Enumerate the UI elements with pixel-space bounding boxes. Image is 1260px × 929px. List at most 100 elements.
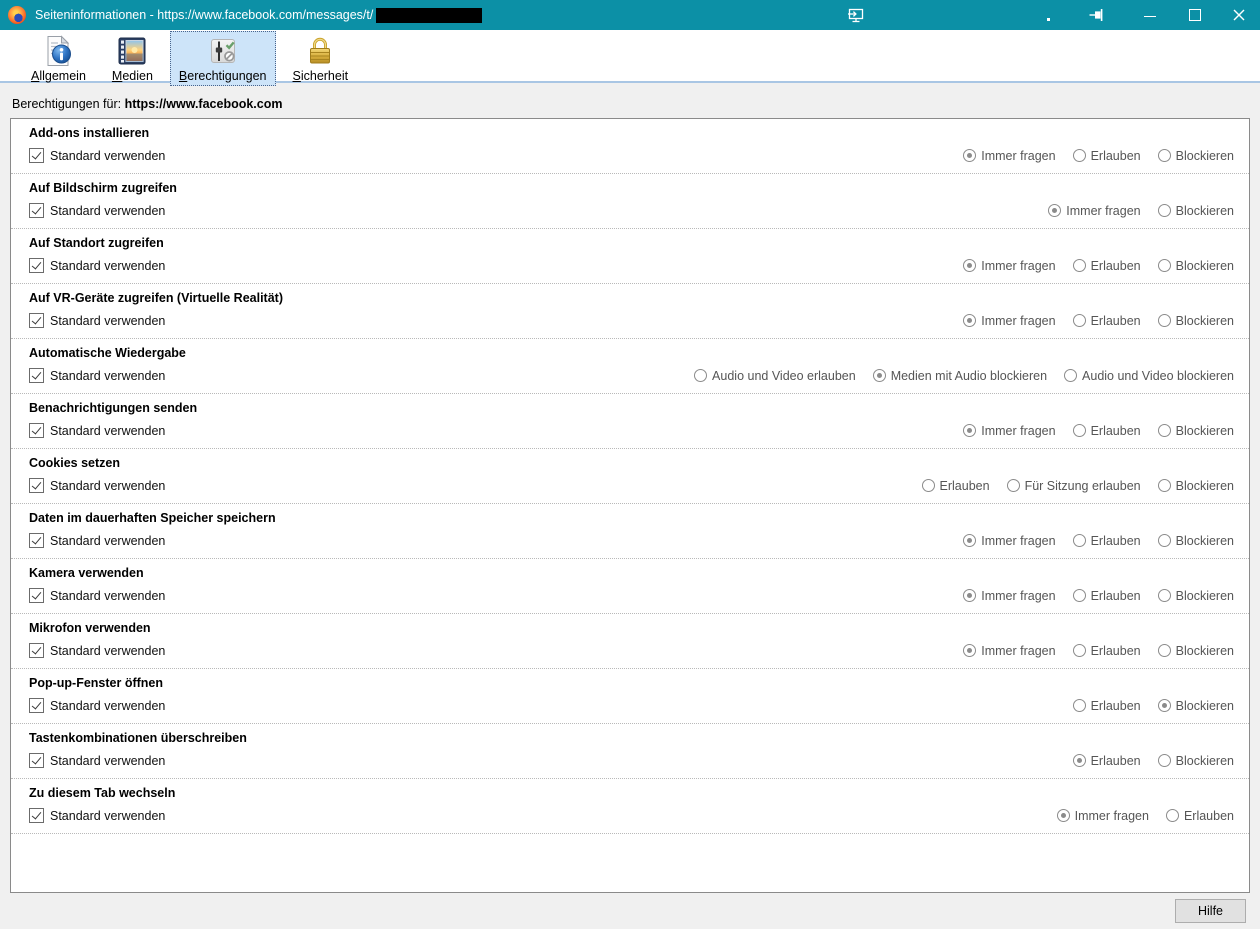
checkbox-label: Standard verwenden (50, 808, 166, 823)
radio-selected-icon (1056, 809, 1070, 822)
checkbox-label: Standard verwenden (50, 643, 166, 658)
close-icon[interactable] (1233, 9, 1245, 21)
radio-option[interactable]: Erlauben (1072, 424, 1141, 438)
radio-label: Immer fragen (1074, 808, 1149, 823)
checkbox-checked-icon (29, 753, 44, 768)
use-default-checkbox[interactable]: Standard verwenden (29, 368, 165, 383)
radio-option[interactable]: Immer fragen (963, 589, 1056, 603)
radio-option[interactable]: Immer fragen (1048, 204, 1141, 218)
tab-berechtigungen[interactable]: Berechtigungen (169, 31, 276, 86)
permission-row: Benachrichtigungen senden Standard verwe… (11, 394, 1249, 449)
media-filmstrip-icon (118, 37, 146, 65)
use-default-checkbox[interactable]: Standard verwenden (29, 423, 165, 438)
radio-option[interactable]: Blockieren (1157, 699, 1234, 713)
radio-icon (694, 369, 708, 382)
radio-icon (1072, 424, 1086, 437)
radio-icon (1064, 369, 1078, 382)
radio-icon (1072, 534, 1086, 547)
radio-option[interactable]: Erlauben (1072, 699, 1141, 713)
permission-controls: Standard verwenden Immer fragen Blockiere… (29, 203, 1234, 218)
radio-option[interactable]: Erlauben (1072, 589, 1141, 603)
radio-label: Blockieren (1175, 148, 1234, 163)
radio-option[interactable]: Erlauben (1072, 533, 1141, 548)
radio-option[interactable]: Blockieren (1157, 479, 1234, 493)
help-button[interactable]: Hilfe (1175, 899, 1246, 923)
radio-icon (1157, 314, 1171, 327)
radio-option[interactable]: Blockieren (1157, 533, 1234, 548)
permission-title: Benachrichtigungen senden (29, 401, 198, 415)
radio-selected-icon (963, 259, 977, 272)
radio-option[interactable]: Blockieren (1157, 258, 1234, 273)
radio-option[interactable]: Blockieren (1157, 148, 1234, 163)
radio-option[interactable]: Blockieren (1157, 424, 1234, 438)
use-default-checkbox[interactable]: Standard verwenden (29, 258, 165, 273)
radio-label: Erlauben (1090, 533, 1141, 548)
permission-row: Auf Bildschirm zugreifen Standard verwen… (11, 174, 1249, 229)
radio-label: Immer fragen (981, 148, 1056, 163)
radio-option[interactable]: Erlauben (1072, 149, 1141, 163)
use-default-checkbox[interactable]: Standard verwenden (29, 808, 165, 823)
radio-option[interactable]: Erlauben (921, 479, 990, 493)
radio-label: Immer fragen (981, 533, 1056, 548)
use-default-checkbox[interactable]: Standard verwenden (29, 588, 165, 603)
radio-label: Erlauben (1090, 753, 1141, 768)
radio-option[interactable]: Erlauben (1072, 314, 1141, 328)
radio-group: Erlauben Blockieren (1072, 753, 1234, 768)
permission-row: Daten im dauerhaften Speicher speichern … (11, 504, 1249, 559)
permission-controls: Standard verwenden Audio und Video erlau… (29, 368, 1234, 383)
permission-controls: Standard verwenden Erlauben Blockieren (29, 698, 1234, 713)
minimize-icon[interactable] (1144, 16, 1156, 17)
radio-option[interactable]: Erlauben (1072, 753, 1141, 768)
use-default-checkbox[interactable]: Standard verwenden (29, 478, 165, 493)
pin-icon[interactable] (1089, 8, 1105, 22)
use-default-checkbox[interactable]: Standard verwenden (29, 533, 165, 548)
radio-option[interactable]: Immer fragen (963, 533, 1056, 548)
use-default-checkbox[interactable]: Standard verwenden (29, 698, 165, 713)
redaction-box (376, 7, 483, 23)
tab-medien[interactable]: Medien (103, 31, 162, 86)
radio-option[interactable]: Immer fragen (963, 259, 1056, 273)
radio-icon (1157, 259, 1171, 272)
use-default-checkbox[interactable]: Standard verwenden (29, 313, 165, 328)
checkbox-label: Standard verwenden (50, 478, 166, 493)
radio-label: Blockieren (1175, 533, 1234, 548)
use-default-checkbox[interactable]: Standard verwenden (29, 643, 165, 658)
radio-label: Für Sitzung erlauben (1024, 478, 1141, 493)
tab-sicherheit[interactable]: Sicherheit (284, 31, 358, 86)
use-default-checkbox[interactable]: Standard verwenden (29, 203, 165, 218)
firefox-icon[interactable] (8, 6, 26, 24)
radio-option[interactable]: Medien mit Audio blockieren (872, 369, 1047, 383)
radio-option[interactable]: Audio und Video blockieren (1064, 369, 1234, 383)
radio-option[interactable]: Immer fragen (963, 424, 1056, 438)
permission-row: Cookies setzen Standard verwenden Erlaub… (11, 449, 1249, 504)
radio-icon (1157, 424, 1171, 437)
radio-option[interactable]: Blockieren (1157, 314, 1234, 328)
radio-option[interactable]: Immer fragen (963, 148, 1056, 163)
radio-option[interactable]: Audio und Video erlauben (694, 369, 856, 383)
radio-option[interactable]: Immer fragen (1056, 808, 1149, 823)
use-default-checkbox[interactable]: Standard verwenden (29, 753, 165, 768)
radio-option[interactable]: Immer fragen (963, 314, 1056, 328)
tab-allgemein[interactable]: Allgemein (22, 31, 95, 86)
help-button-label: Hilfe (1197, 904, 1223, 918)
radio-option[interactable]: Immer fragen (963, 644, 1056, 658)
radio-option[interactable]: Erlauben (1165, 809, 1234, 823)
radio-option[interactable]: Blockieren (1157, 644, 1234, 658)
permission-title: Auf Bildschirm zugreifen (29, 181, 177, 195)
screen-share-icon[interactable] (848, 8, 865, 23)
radio-option[interactable]: Erlauben (1072, 259, 1141, 273)
radio-option[interactable]: Blockieren (1157, 204, 1234, 218)
radio-option[interactable]: Erlauben (1072, 644, 1141, 658)
radio-label: Blockieren (1175, 258, 1234, 273)
use-default-checkbox[interactable]: Standard verwenden (29, 148, 165, 163)
permissions-panel: Add-ons installieren Standard verwenden … (10, 118, 1250, 893)
radio-option[interactable]: Blockieren (1157, 589, 1234, 603)
maximize-icon[interactable] (1189, 9, 1201, 21)
tab-label-sicherheit: Sicherheit (292, 69, 349, 83)
radio-icon (1165, 809, 1179, 822)
radio-selected-icon (1048, 204, 1062, 217)
radio-option[interactable]: Für Sitzung erlauben (1006, 478, 1141, 493)
radio-option[interactable]: Blockieren (1157, 754, 1234, 768)
permission-controls: Standard verwenden Erlauben Blockieren (29, 753, 1234, 768)
checkbox-label: Standard verwenden (50, 753, 166, 768)
